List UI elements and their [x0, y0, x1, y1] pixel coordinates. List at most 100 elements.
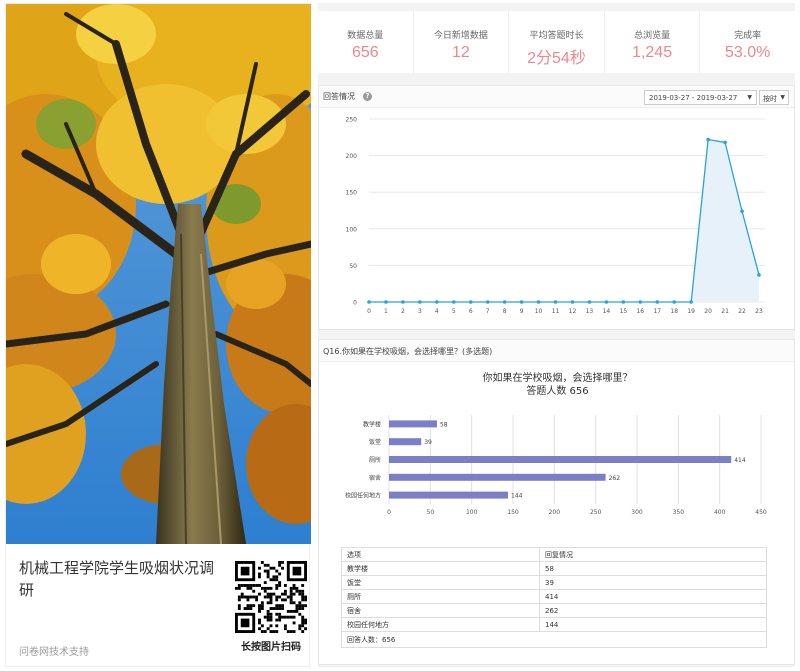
data-point: [706, 137, 710, 142]
qr-module: [237, 586, 241, 590]
qr-module: [286, 595, 290, 599]
qr-module: [272, 630, 276, 633]
category-label: 饭堂: [369, 438, 381, 446]
qr-module: [266, 586, 270, 590]
qr-module: [295, 609, 299, 613]
tree-image: [6, 4, 311, 544]
stat-value: 2分54秒: [527, 50, 586, 67]
tree-photo: [6, 4, 311, 544]
x-tick-label: 4: [435, 308, 439, 315]
qr-module: [298, 624, 302, 628]
qr-module: [281, 615, 284, 619]
qr-module: [246, 604, 250, 608]
y-tick-label: 250: [346, 117, 358, 124]
qr-module: [252, 589, 256, 593]
qr-module: [266, 569, 270, 573]
qr-module: [269, 630, 273, 633]
help-icon[interactable]: ?: [363, 92, 372, 101]
date-range-picker[interactable]: 2019-03-27 - 2019-03-27 ▼: [644, 90, 757, 105]
results-table: 选项 回复情况 教学楼 58 饭堂 39 厕所 414 宿舍 262 校园任何地…: [341, 547, 767, 648]
qr-module: [252, 584, 256, 587]
qr-module: [243, 584, 247, 587]
qr-module: [292, 586, 296, 590]
qr-module: [275, 584, 279, 587]
qr-module: [255, 584, 259, 587]
qr-module: [286, 609, 290, 613]
qr-module: [272, 575, 276, 579]
qr-module: [260, 604, 264, 608]
stat-total-views: 总浏览量 1,245: [605, 11, 701, 73]
qr-module: [269, 612, 273, 616]
stat-value: 12: [451, 44, 470, 61]
category-label: 厕所: [369, 456, 381, 464]
survey-title: 机械工程学院学生吸烟状况调研: [19, 559, 215, 599]
qr-module: [275, 612, 279, 616]
data-point: [570, 300, 575, 304]
qr-module: [269, 598, 273, 602]
data-point: [621, 300, 626, 304]
page: 机械工程学院学生吸烟状况调研 问卷网技术支持 长按图片扫码 数据总量 656 今…: [0, 0, 800, 671]
x-tick-label: 10: [535, 308, 543, 315]
x-tick-label: 12: [569, 308, 577, 315]
qr-module: [289, 615, 293, 619]
data-point: [740, 209, 744, 214]
qr-module: [275, 569, 279, 573]
qr-module: [237, 604, 241, 608]
qr-module: [272, 592, 276, 596]
qr-module: [249, 586, 253, 590]
qr-module: [258, 572, 261, 576]
data-point: [638, 300, 643, 304]
data-point: [536, 300, 541, 304]
qr-module: [275, 598, 279, 602]
x-tick-label: 11: [552, 308, 560, 315]
qr-module: [269, 595, 273, 599]
qr-module: [283, 584, 287, 587]
qr-module: [292, 615, 296, 619]
qr-module: [269, 566, 273, 570]
stats-bar: 数据总量 656 今日新增数据 12 平均答题时长 2分54秒 总浏览量 1,2…: [318, 11, 795, 73]
qr-module: [266, 601, 270, 605]
qr-code-icon[interactable]: [235, 561, 307, 633]
qr-module: [298, 604, 302, 608]
qr-module: [278, 615, 282, 619]
y-tick-label: 150: [346, 190, 358, 197]
qr-module: [278, 607, 282, 610]
qr-module: [289, 601, 293, 605]
qr-module: [275, 618, 279, 622]
qr-module: [269, 618, 273, 622]
table-row: 厕所 414: [341, 589, 767, 604]
date-range-value: 2019-03-27 - 2019-03-27: [649, 94, 738, 102]
qr-module: [286, 615, 290, 619]
qr-module: [243, 607, 247, 610]
qr-module: [278, 604, 282, 608]
granularity-select[interactable]: 按时 ▼: [759, 90, 789, 105]
qr-module: [301, 624, 305, 628]
qr-module: [283, 627, 287, 631]
bar: [389, 473, 606, 481]
qr-module: [301, 595, 305, 599]
x-tick-label: 17: [653, 308, 661, 315]
qr-finder-core: [292, 566, 302, 576]
qr-module: [237, 595, 241, 599]
qr-module: [301, 621, 305, 625]
stat-value: 656: [351, 44, 379, 61]
x-tick-label: 2: [401, 308, 405, 315]
x-tick-label: 20: [704, 308, 712, 315]
qr-module: [246, 584, 250, 587]
qr-module: [278, 618, 282, 622]
qr-finder-core: [240, 618, 250, 628]
chevron-down-icon: ▼: [747, 94, 752, 101]
qr-module: [301, 598, 305, 602]
x-tick-label: 100: [466, 509, 478, 516]
data-label: 58: [440, 421, 448, 428]
qr-module: [263, 630, 267, 633]
x-tick-label: 8: [503, 308, 507, 315]
qr-module: [275, 575, 279, 579]
qr-module: [258, 584, 261, 587]
qr-module: [298, 592, 302, 596]
data-label: 414: [734, 457, 746, 464]
qr-module: [304, 595, 307, 599]
data-point: [587, 300, 592, 304]
qr-module: [275, 630, 279, 633]
responses-panel: 回答情况 ? 2019-03-27 - 2019-03-27 ▼ 按时 ▼ 0 5…: [318, 85, 795, 330]
